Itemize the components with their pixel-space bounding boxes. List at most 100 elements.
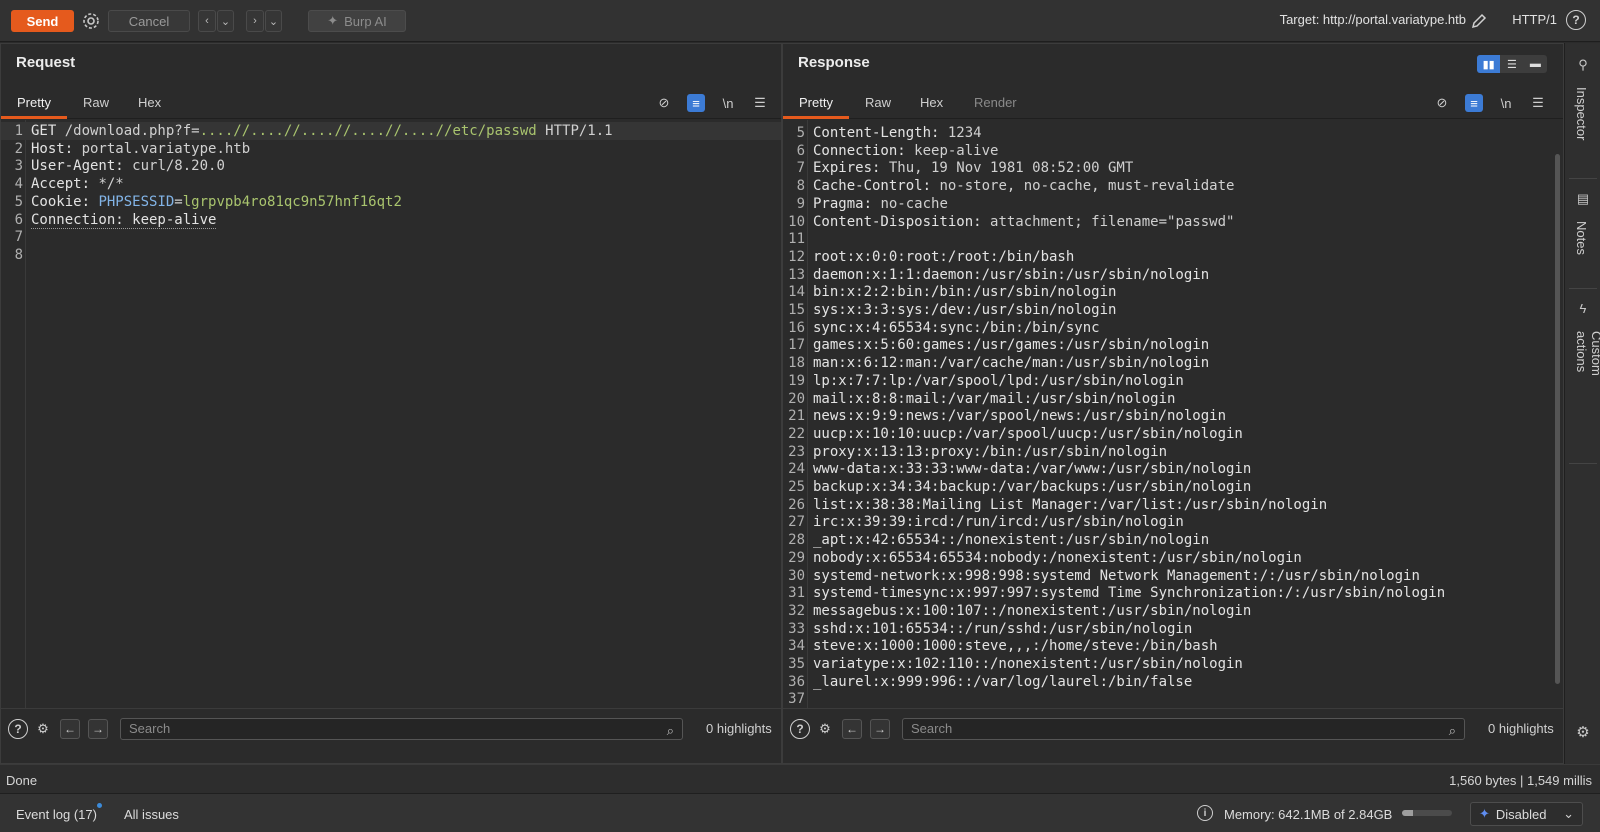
line-content: mail:x:8:8:mail:/var/mail:/usr/sbin/nolo…	[813, 390, 1175, 408]
line-number: 15	[788, 302, 805, 318]
request-editor[interactable]: 1 GET /download.php?f=....//....//....//.…	[1, 120, 781, 708]
line-number: 10	[788, 213, 805, 230]
word-wrap-icon[interactable]: ≡	[1465, 94, 1483, 112]
hide-eye-slash-icon[interactable]: ⊘	[655, 94, 673, 112]
line-number: 30	[788, 567, 805, 584]
tab-render[interactable]: Render	[974, 90, 1017, 119]
line-content: Accept: */*	[31, 175, 124, 193]
line-number: 7	[14, 229, 23, 246]
code-token: GET	[31, 123, 65, 139]
line-content: _apt:x:42:65534::/nonexistent:/usr/sbin/…	[813, 531, 1209, 549]
code-token: HTTP/1.1	[536, 123, 613, 139]
code-token: lgrpvpb4ro81qc9n57hnf16qt2	[182, 193, 402, 210]
tab-hex[interactable]: Hex	[920, 90, 943, 119]
settings-gear-icon[interactable]	[80, 10, 102, 32]
response-search-input[interactable]: Search ⌕	[902, 718, 1465, 740]
menu-icon[interactable]: ☰	[1529, 94, 1547, 112]
ai-status-dropdown[interactable]: ✦ Disabled ⌄	[1470, 802, 1583, 826]
code-line: 5 Content-Length: 1234	[783, 124, 1563, 142]
code-token: User-Agent:	[31, 158, 133, 175]
next-match-arrow-right-icon[interactable]: →	[88, 719, 108, 739]
all-issues-link[interactable]: All issues	[124, 807, 179, 822]
event-log-link[interactable]: Event log (17)	[16, 807, 97, 822]
search-settings-gear-icon[interactable]: ⚙	[815, 719, 835, 739]
line-content: sys:x:3:3:sys:/dev:/usr/sbin/nologin	[813, 301, 1116, 319]
burp-ai-button[interactable]: ✦ Burp AI	[308, 10, 406, 32]
code-token: curl/8.20.0	[132, 158, 225, 175]
hide-eye-slash-icon[interactable]: ⊘	[1433, 94, 1451, 112]
response-scrollbar[interactable]	[1555, 154, 1560, 684]
code-line: 33 sshd:x:101:65534::/run/sshd:/usr/sbin/…	[783, 620, 1563, 638]
request-search-input[interactable]: Search ⌕	[120, 718, 683, 740]
code-line: 3 User-Agent: curl/8.20.0	[1, 157, 781, 175]
newline-toggle-icon[interactable]: \n	[1497, 94, 1515, 112]
code-token: nobody:x:65534:65534:nobody:/nonexistent…	[813, 549, 1302, 566]
code-token: _laurel:x:999:996::/var/log/laurel:/bin/…	[813, 673, 1193, 690]
http-version-toggle[interactable]: HTTP/1	[1512, 12, 1557, 27]
code-token: systemd-network:x:998:998:systemd Networ…	[813, 567, 1420, 584]
help-icon[interactable]: ?	[8, 719, 28, 739]
search-settings-gear-icon[interactable]: ⚙	[33, 719, 53, 739]
code-token: mail:x:8:8:mail:/var/mail:/usr/sbin/nolo…	[813, 390, 1176, 407]
line-content: nobody:x:65534:65534:nobody:/nonexistent…	[813, 549, 1302, 567]
notes-tab[interactable]: ▤ Notes	[1565, 191, 1600, 255]
line-number: 8	[14, 246, 23, 263]
line-number: 6	[14, 211, 23, 228]
code-line: 31 systemd-timesync:x:997:997:systemd Tim…	[783, 584, 1563, 602]
line-number: 34	[788, 638, 805, 655]
back-history-chevron-down-icon[interactable]: ⌄	[217, 10, 234, 32]
previous-match-arrow-left-icon[interactable]: ←	[60, 719, 80, 739]
tab-pretty[interactable]: Pretty	[783, 90, 849, 119]
code-token: Content-Length:	[813, 125, 948, 141]
forward-history-chevron-down-icon[interactable]: ⌄	[265, 10, 282, 32]
event-notification-dot	[97, 803, 102, 808]
code-token: sys:x:3:3:sys:/dev:/usr/sbin/nologin	[813, 302, 1117, 318]
line-content: GET /download.php?f=....//....//....//..…	[31, 122, 613, 140]
menu-icon[interactable]: ☰	[751, 94, 769, 112]
code-token: daemon:x:1:1:daemon:/usr/sbin:/usr/sbin/…	[813, 266, 1210, 283]
code-token: bin:x:2:2:bin:/bin:/usr/sbin/nologin	[813, 284, 1117, 301]
cancel-button[interactable]: Cancel	[108, 10, 190, 32]
code-line: 8 Cache-Control: no-store, no-cache, must…	[783, 177, 1563, 195]
line-number: 12	[788, 248, 805, 265]
single-panel-icon[interactable]: ▬	[1524, 55, 1547, 73]
back-button[interactable]: ‹	[198, 10, 216, 32]
line-number: 35	[788, 656, 805, 672]
tab-hex[interactable]: Hex	[138, 90, 161, 119]
code-line: 13 daemon:x:1:1:daemon:/usr/sbin:/usr/sbi…	[783, 266, 1563, 284]
newline-toggle-icon[interactable]: \n	[719, 94, 737, 112]
layout-view-toggle[interactable]: ▮▮ ☰ ▬	[1477, 55, 1547, 73]
lightning-icon: ϟ	[1579, 301, 1587, 316]
notes-icon: ▤	[1576, 191, 1590, 206]
forward-button[interactable]: ›	[246, 10, 264, 32]
main-toolbar: Send Cancel ‹ ⌄ › ⌄ ✦ Burp AI Target: ht…	[0, 0, 1600, 42]
next-match-arrow-right-icon[interactable]: →	[870, 719, 890, 739]
word-wrap-icon[interactable]: ≡	[687, 94, 705, 112]
edit-target-pencil-icon[interactable]	[1469, 11, 1489, 34]
help-icon[interactable]: ?	[790, 719, 810, 739]
line-number: 1	[14, 123, 23, 139]
code-line: 15 sys:x:3:3:sys:/dev:/usr/sbin/nologin	[783, 301, 1563, 319]
line-content: uucp:x:10:10:uucp:/var/spool/uucp:/usr/s…	[813, 425, 1243, 443]
code-token: irc:x:39:39:ircd:/run/ircd:/usr/sbin/nol…	[813, 514, 1184, 531]
help-icon[interactable]: ?	[1566, 10, 1586, 30]
code-line: 32 messagebus:x:100:107::/nonexistent:/us…	[783, 602, 1563, 620]
custom-actions-tab[interactable]: ϟ Custom actions	[1565, 301, 1600, 376]
split-horizontal-icon[interactable]: ▮▮	[1477, 55, 1501, 73]
sidebar-settings-gear-icon[interactable]: ⚙	[1565, 723, 1600, 741]
code-line: 14 bin:x:2:2:bin:/bin:/usr/sbin/nologin	[783, 283, 1563, 301]
tab-raw[interactable]: Raw	[865, 90, 891, 119]
line-number: 7	[796, 160, 805, 177]
code-token: Accept:	[31, 176, 99, 193]
notes-label: Notes	[1574, 221, 1589, 255]
previous-match-arrow-left-icon[interactable]: ←	[842, 719, 862, 739]
response-editor[interactable]: 5 Content-Length: 1234 6 Connection: keep-a…	[783, 120, 1563, 708]
split-vertical-icon[interactable]: ☰	[1500, 55, 1523, 73]
line-content: sync:x:4:65534:sync:/bin:/bin/sync	[813, 319, 1100, 337]
tab-raw[interactable]: Raw	[83, 90, 109, 119]
send-button[interactable]: Send	[11, 10, 74, 32]
line-number: 3	[14, 158, 23, 175]
line-number: 18	[788, 355, 805, 372]
inspector-tab[interactable]: ⚲ Inspector	[1565, 57, 1600, 140]
tab-pretty[interactable]: Pretty	[1, 90, 67, 119]
